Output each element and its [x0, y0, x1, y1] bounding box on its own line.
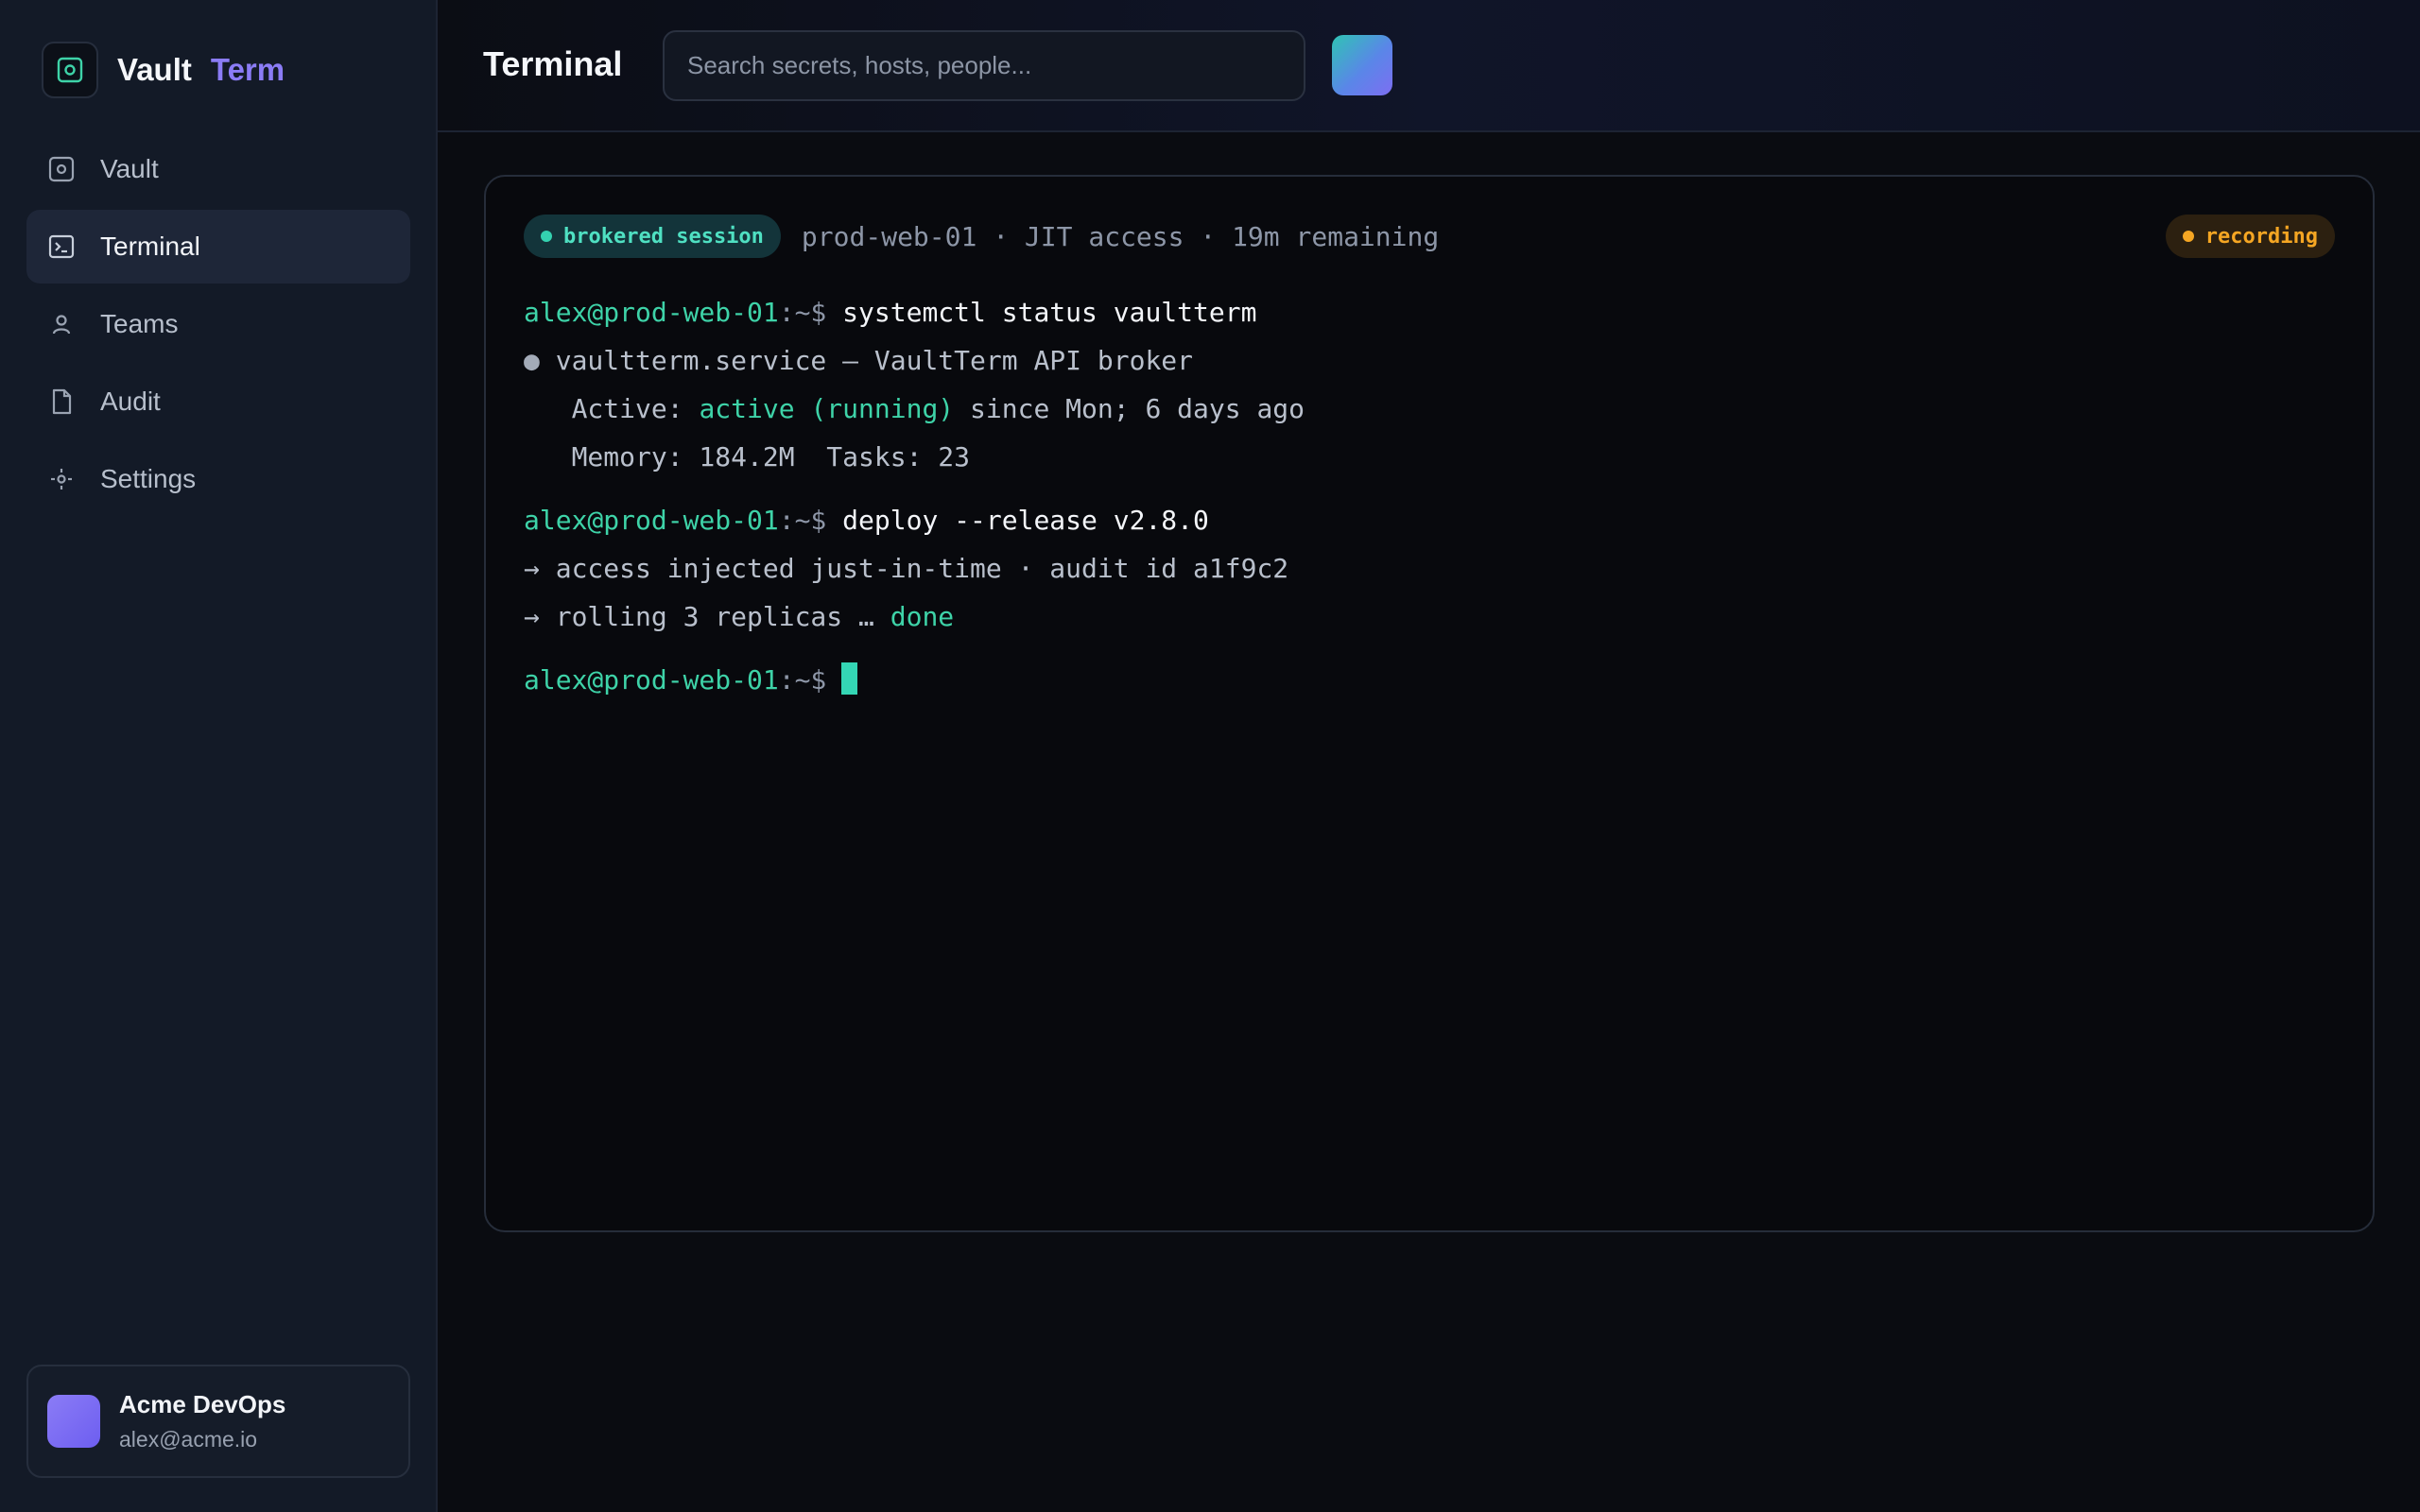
vault-icon [45, 153, 78, 185]
sidebar-item-label: Teams [100, 309, 179, 338]
sidebar-item-teams[interactable]: Teams [26, 287, 410, 361]
output-line: Active: active (running) since Mon; 6 da… [524, 385, 2335, 433]
deploy-status: done [890, 601, 955, 632]
service-status: active (running) [699, 393, 955, 424]
account-name: Acme DevOps [119, 1390, 286, 1418]
output-text: → access injected just-in-time · audit i… [524, 553, 1289, 584]
gear-icon [45, 463, 78, 495]
brand-name-term: Term [210, 52, 285, 87]
prompt-path: :~$ [778, 664, 827, 696]
service-bullet: ● [524, 345, 540, 376]
session-info: prod-web-01 · JIT access · 19m remaining [801, 220, 1440, 252]
recording-badge: recording [2165, 215, 2335, 258]
account-switcher[interactable]: Acme DevOps alex@acme.io [26, 1365, 410, 1478]
command-line: alex@prod-web-01:~$ systemctl status vau… [524, 288, 2335, 336]
sidebar-item-label: Terminal [100, 232, 200, 261]
output-line: ● vaultterm.service — VaultTerm API brok… [524, 336, 2335, 385]
vault-logo-icon [42, 42, 98, 98]
account-info: Acme DevOps alex@acme.io [119, 1390, 285, 1452]
brand-name-vault: Vault [117, 52, 192, 87]
account-email: alex@acme.io [119, 1427, 258, 1452]
prompt-user: alex@prod-web-01 [524, 505, 779, 536]
terminal-panel[interactable]: brokered session prod-web-01 · JIT acces… [484, 175, 2375, 1232]
session-badge-label: brokered session [563, 224, 764, 249]
sidebar: Vault Term Vault Terminal Teams Audit Se… [0, 0, 438, 1512]
brand[interactable]: Vault Term [42, 42, 285, 98]
sidebar-item-terminal[interactable]: Terminal [26, 210, 410, 284]
command-line: alex@prod-web-01:~$ deploy --release v2.… [524, 496, 2335, 544]
sidebar-item-settings[interactable]: Settings [26, 442, 410, 516]
output-line: → rolling 3 replicas … done [524, 593, 2335, 641]
session-badge: brokered session [524, 215, 781, 258]
top-bar: Terminal [438, 0, 2420, 132]
session-header: brokered session prod-web-01 · JIT acces… [524, 215, 2335, 258]
prompt-path: :~$ [778, 505, 827, 536]
output-text: since Mon; 6 days ago [954, 393, 1305, 424]
sidebar-item-label: Audit [100, 387, 161, 416]
output-text: Memory: 184.2M Tasks: 23 [524, 441, 971, 472]
terminal-output: alex@prod-web-01:~$ systemctl status vau… [524, 288, 2335, 704]
output-text: vaultterm.service — VaultTerm API broker [539, 345, 1194, 376]
app-window: Vault Term Vault Terminal Teams Audit Se… [0, 0, 2420, 1512]
prompt-user: alex@prod-web-01 [524, 664, 779, 696]
output-line: → access injected just-in-time · audit i… [524, 544, 2335, 593]
active-prompt-line[interactable]: alex@prod-web-01:~$ [524, 656, 2335, 704]
document-icon [45, 386, 78, 418]
command-text: systemctl status vaultterm [842, 297, 1257, 328]
prompt-path: :~$ [778, 297, 827, 328]
command-text: deploy --release v2.8.0 [842, 505, 1209, 536]
page-title: Terminal [483, 44, 623, 83]
output-text: → rolling 3 replicas … [524, 601, 890, 632]
recording-badge-label: recording [2204, 224, 2318, 249]
recording-dot [2182, 231, 2194, 242]
sidebar-item-vault[interactable]: Vault [26, 132, 410, 206]
user-avatar[interactable] [1332, 35, 1392, 95]
search-input[interactable] [663, 30, 1305, 101]
sidebar-item-audit[interactable]: Audit [26, 365, 410, 438]
sidebar-item-label: Vault [100, 154, 159, 183]
sidebar-nav: Vault Terminal Teams Audit Settings [26, 132, 410, 520]
session-status-dot [541, 231, 552, 242]
prompt-user: alex@prod-web-01 [524, 297, 779, 328]
person-icon [45, 308, 78, 340]
output-line: Memory: 184.2M Tasks: 23 [524, 433, 2335, 481]
terminal-cursor[interactable] [841, 662, 858, 695]
sidebar-item-label: Settings [100, 464, 197, 493]
terminal-icon [45, 231, 78, 263]
output-text: Active: [524, 393, 700, 424]
org-avatar [47, 1395, 100, 1448]
